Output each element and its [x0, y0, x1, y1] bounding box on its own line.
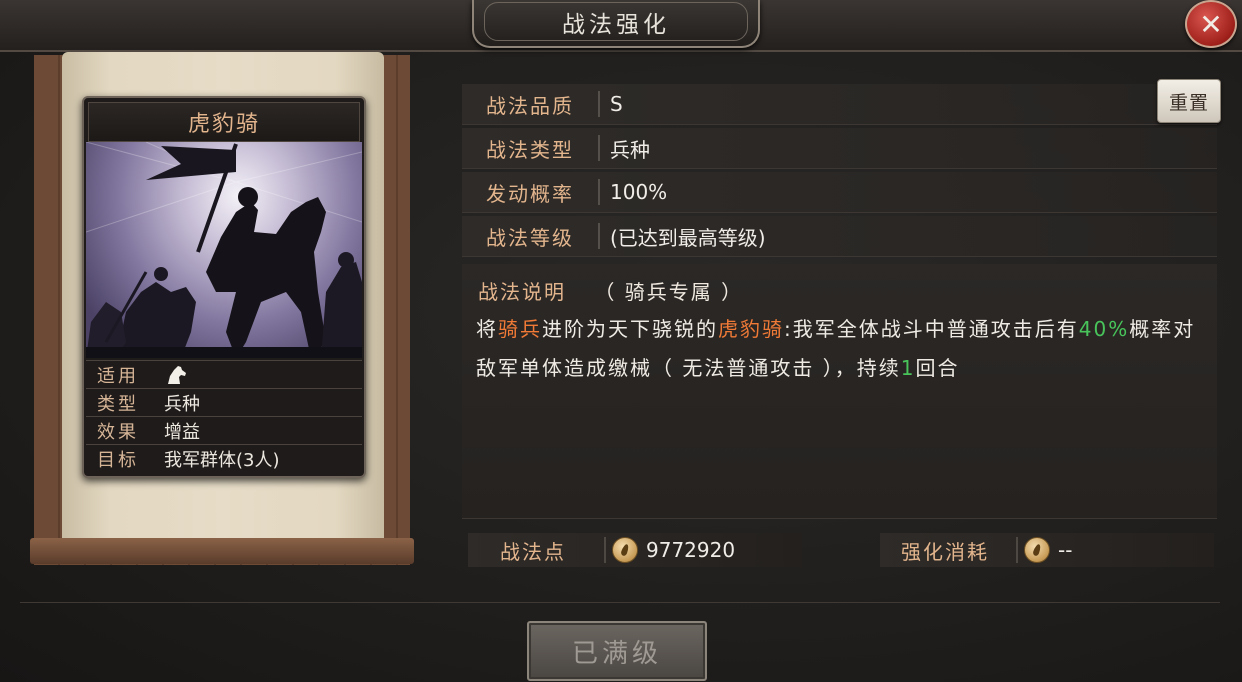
desc-percent-highlight: 40%: [1078, 317, 1130, 341]
stat-label: 类型: [97, 393, 139, 415]
stat-value: 兵种: [164, 393, 200, 415]
max-level-button[interactable]: 已满级: [527, 621, 707, 681]
desc-turns-highlight: 1: [900, 356, 916, 380]
stat-value: 增益: [164, 421, 200, 443]
desc-text: 进阶为天下骁锐的: [542, 317, 718, 341]
skill-points-label: 战法点: [500, 539, 566, 564]
divider: [1016, 537, 1018, 563]
info-value: 100%: [610, 180, 668, 204]
divider: [598, 135, 600, 161]
stat-label: 适用: [97, 365, 139, 387]
cavalry-artwork: [86, 142, 362, 358]
desc-text: 将: [476, 317, 498, 341]
stat-row-type: 类型 兵种: [86, 388, 362, 416]
description-subtitle: （ 骑兵专属 ）: [594, 280, 744, 304]
close-icon: ✕: [1199, 7, 1223, 41]
info-row-quality: 战法品质 S: [462, 84, 1217, 125]
description-label: 战法说明: [478, 280, 566, 304]
enhance-cost-value: --: [1058, 538, 1073, 562]
skill-enhance-screen: 战法强化 ✕ 虎豹骑 适用 类型 兵种 效果 增益 目标 我军群体(3人) 战法…: [0, 0, 1242, 682]
close-button[interactable]: ✕: [1185, 0, 1237, 48]
skill-points-value: 9772920: [646, 538, 736, 562]
info-label: 战法品质: [486, 93, 574, 118]
skill-card: 虎豹骑 适用 类型 兵种 效果 增益 目标 我军群体(3人): [82, 96, 366, 478]
stat-row-effect: 效果 增益: [86, 416, 362, 444]
skill-card-stats: 适用 类型 兵种 效果 增益 目标 我军群体(3人): [86, 360, 362, 472]
skill-point-coin-icon: [1024, 537, 1050, 563]
horse-icon: [168, 365, 186, 384]
info-label: 战法等级: [486, 225, 574, 250]
skill-point-coin-icon: [612, 537, 638, 563]
divider: [604, 537, 606, 563]
reset-button[interactable]: 重置: [1157, 79, 1221, 123]
divider: [20, 602, 1220, 603]
stat-row-target: 目标 我军群体(3人): [86, 444, 362, 472]
info-label: 战法类型: [486, 137, 574, 162]
info-value: 兵种: [610, 137, 650, 162]
info-value: S: [610, 92, 623, 116]
description-text: 将骑兵进阶为天下骁锐的虎豹骑:我军全体战斗中普通攻击后有40%概率对敌军单体造成…: [476, 310, 1206, 388]
info-row-type: 战法类型 兵种: [462, 128, 1217, 169]
divider: [598, 91, 600, 117]
divider: [598, 223, 600, 249]
stat-value: 我军群体(3人): [164, 449, 280, 471]
skill-card-name: 虎豹骑: [88, 102, 360, 142]
stat-label: 效果: [97, 421, 139, 443]
enhance-cost-row: 强化消耗 --: [880, 533, 1214, 567]
info-row-level: 战法等级 (已达到最高等级): [462, 216, 1217, 257]
info-value: (已达到最高等级): [610, 225, 766, 250]
stat-label: 目标: [97, 449, 139, 471]
skill-points-row: 战法点 9772920: [468, 533, 802, 567]
scroll-rod: [30, 538, 414, 564]
desc-text: :我军全体战斗中普通攻击后有: [784, 317, 1079, 341]
stat-row-applicable: 适用: [86, 360, 362, 388]
stat-value: [150, 364, 188, 386]
title-plate: 战法强化: [472, 0, 760, 48]
description-header: 战法说明 （ 骑兵专属 ）: [478, 276, 743, 305]
description-panel: 战法说明 （ 骑兵专属 ） 将骑兵进阶为天下骁锐的虎豹骑:我军全体战斗中普通攻击…: [462, 264, 1217, 519]
divider: [598, 179, 600, 205]
info-row-rate: 发动概率 100%: [462, 172, 1217, 213]
desc-unit-highlight: 骑兵: [498, 317, 542, 341]
enhance-cost-label: 强化消耗: [901, 539, 989, 564]
desc-name-highlight: 虎豹骑: [718, 317, 784, 341]
window-title: 战法强化: [484, 2, 748, 41]
desc-text: 回合: [915, 356, 960, 380]
cavalry-silhouette: [86, 142, 362, 358]
info-label: 发动概率: [486, 181, 574, 206]
